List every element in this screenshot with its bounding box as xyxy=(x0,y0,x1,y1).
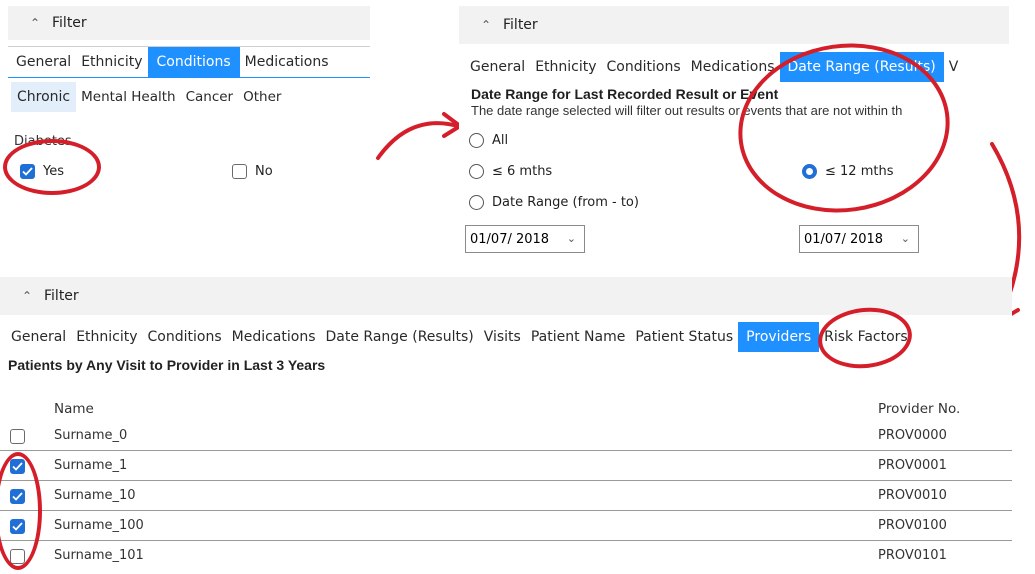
row-name: Surname_10 xyxy=(54,488,136,503)
row-provider-no: PROV0101 xyxy=(878,548,947,563)
tab-patient-status[interactable]: Patient Status xyxy=(630,322,738,352)
row-name: Surname_100 xyxy=(54,518,144,533)
filter-title: Filter xyxy=(44,288,79,304)
chevron-down-icon[interactable]: ⌄ xyxy=(901,232,910,245)
column-header-name[interactable]: Name xyxy=(54,401,94,417)
no-option[interactable]: No xyxy=(232,164,273,179)
tab-general[interactable]: General xyxy=(11,47,76,77)
subtab-chronic[interactable]: Chronic xyxy=(11,82,77,112)
tab-date-range-results[interactable]: Date Range (Results) xyxy=(321,322,479,352)
row-name: Surname_1 xyxy=(54,458,128,473)
radio-date-range[interactable] xyxy=(469,195,484,210)
no-checkbox[interactable] xyxy=(232,164,247,179)
tab-visits[interactable]: Visits xyxy=(479,322,526,352)
radio-all[interactable] xyxy=(469,133,484,148)
annotation-circle-yes xyxy=(3,139,101,195)
filter-title: Filter xyxy=(52,15,87,31)
tab-ethnicity[interactable]: Ethnicity xyxy=(530,52,601,82)
row-provider-no: PROV0100 xyxy=(878,518,947,533)
row-name: Surname_0 xyxy=(54,428,128,443)
subtab-bar: Chronic Mental Health Cancer Other xyxy=(8,82,370,112)
tab-bar: General Ethnicity Conditions Medications xyxy=(8,46,370,78)
radio-6-months[interactable] xyxy=(469,164,484,179)
filter-title: Filter xyxy=(503,17,538,33)
option-6-months[interactable]: ≤ 6 mths xyxy=(469,164,552,179)
chevron-down-icon[interactable]: ⌄ xyxy=(567,232,576,245)
tab-conditions[interactable]: Conditions xyxy=(602,52,686,82)
tab-patient-name[interactable]: Patient Name xyxy=(526,322,631,352)
subtab-cancer[interactable]: Cancer xyxy=(181,82,239,112)
option-date-range-label: Date Range (from - to) xyxy=(492,195,639,210)
tab-conditions[interactable]: Conditions xyxy=(147,47,240,77)
row-provider-no: PROV0000 xyxy=(878,428,947,443)
table-row[interactable]: Surname_1 PROV0001 xyxy=(0,451,1012,481)
annotation-arrow-right xyxy=(376,112,462,160)
date-from-picker[interactable]: 01/07/ 2018 ⌄ xyxy=(465,225,585,253)
chevron-up-icon[interactable]: ⌃ xyxy=(30,16,52,30)
tab-general[interactable]: General xyxy=(6,322,71,352)
table-row[interactable]: Surname_101 PROV0101 xyxy=(0,541,1012,571)
tab-medications[interactable]: Medications xyxy=(227,322,321,352)
table-row[interactable]: Surname_0 PROV0000 xyxy=(0,421,1012,451)
table-row[interactable]: Surname_10 PROV0010 xyxy=(0,481,1012,511)
table-row[interactable]: Surname_100 PROV0100 xyxy=(0,511,1012,541)
date-from-value: 01/07/ 2018 xyxy=(470,231,550,247)
tab-medications[interactable]: Medications xyxy=(240,47,334,77)
no-label: No xyxy=(255,164,273,179)
filter-header[interactable]: ⌃ Filter xyxy=(459,6,1009,44)
section-heading: Date Range for Last Recorded Result or E… xyxy=(471,86,779,102)
option-all-label: All xyxy=(492,133,509,148)
tab-conditions[interactable]: Conditions xyxy=(143,322,227,352)
row-name: Surname_101 xyxy=(54,548,144,563)
filter-header[interactable]: ⌃ Filter xyxy=(8,6,370,40)
tab-ethnicity[interactable]: Ethnicity xyxy=(71,322,142,352)
tab-ethnicity[interactable]: Ethnicity xyxy=(76,47,147,77)
row-checkbox[interactable] xyxy=(10,429,25,444)
subtab-other[interactable]: Other xyxy=(238,82,286,112)
row-provider-no: PROV0001 xyxy=(878,458,947,473)
date-to-value: 01/07/ 2018 xyxy=(804,231,884,247)
subtab-mental-health[interactable]: Mental Health xyxy=(76,82,180,112)
option-all[interactable]: All xyxy=(469,133,508,148)
column-header-provider-no[interactable]: Provider No. xyxy=(878,401,960,417)
option-date-range[interactable]: Date Range (from - to) xyxy=(469,195,639,210)
chevron-up-icon[interactable]: ⌃ xyxy=(22,289,44,303)
section-heading: Patients by Any Visit to Provider in Las… xyxy=(8,357,326,373)
tab-visits-partial[interactable]: V xyxy=(944,52,964,82)
tab-general[interactable]: General xyxy=(465,52,530,82)
chevron-up-icon[interactable]: ⌃ xyxy=(481,18,503,32)
option-6-months-label: ≤ 6 mths xyxy=(492,164,553,179)
row-provider-no: PROV0010 xyxy=(878,488,947,503)
conditions-filter-panel: ⌃ Filter General Ethnicity Conditions Me… xyxy=(8,6,370,261)
date-to-picker[interactable]: 01/07/ 2018 ⌄ xyxy=(799,225,919,253)
tab-providers[interactable]: Providers xyxy=(738,322,820,352)
